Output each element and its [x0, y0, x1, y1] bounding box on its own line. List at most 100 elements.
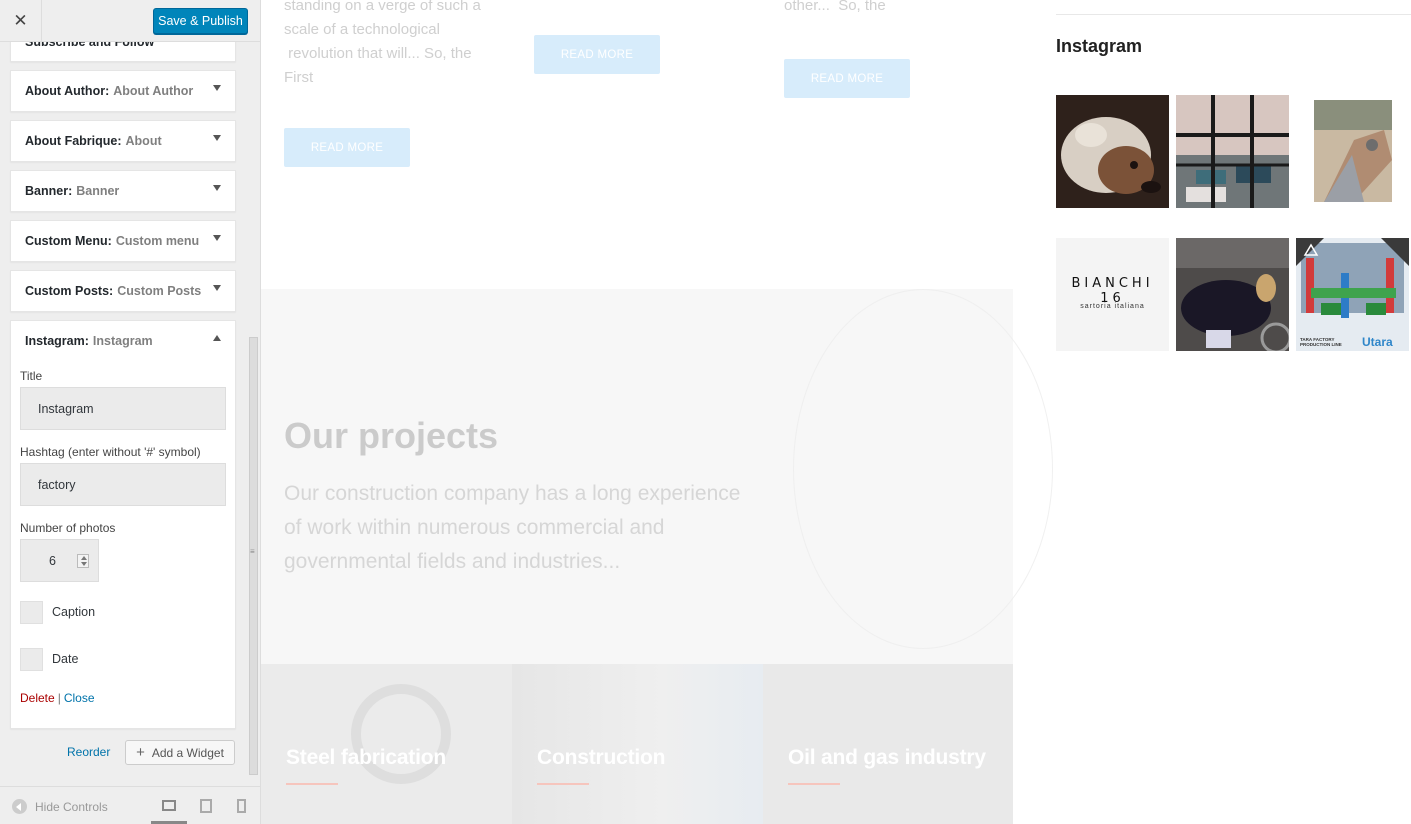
arm-bracelet-photo-icon: [1314, 100, 1392, 202]
chevron-down-icon[interactable]: [213, 85, 221, 91]
caption-option: Caption: [20, 600, 226, 624]
read-more-button[interactable]: READ MORE: [284, 128, 410, 167]
number-of-photos-value: 6: [49, 553, 56, 568]
post-excerpt-2-dots: ··························: [534, 0, 754, 8]
read-more-button[interactable]: READ MORE: [534, 35, 660, 74]
number-of-photos-stepper[interactable]: 6: [20, 539, 99, 582]
excerpt-line: revolution that will... So, the: [284, 45, 472, 62]
tara-logo: Utara: [1362, 335, 1393, 349]
panel-scrollbar[interactable]: ≡: [247, 42, 260, 784]
tile-underline: [788, 783, 840, 785]
date-option: Date: [20, 647, 226, 671]
excerpt-line: First: [284, 69, 314, 86]
instagram-photo-2[interactable]: [1176, 95, 1289, 208]
number-of-photos-label: Number of photos: [20, 521, 116, 535]
delete-link[interactable]: Delete: [20, 691, 55, 705]
caption-label: Caption: [52, 605, 96, 619]
widget-title: Custom Posts:: [25, 284, 114, 298]
date-checkbox[interactable]: [20, 647, 43, 671]
widget-instance-name: Custom menu: [115, 234, 200, 248]
chevron-down-icon[interactable]: [213, 185, 221, 191]
panel-footer: Hide Controls: [0, 786, 260, 824]
instagram-photo-3[interactable]: [1314, 100, 1392, 202]
excerpt-line: scale of a technological: [284, 21, 440, 38]
project-tile-oil-gas[interactable]: Oil and gas industry: [763, 664, 1013, 824]
post-excerpt-3: other... So, the: [784, 0, 1004, 18]
widget-actions: Delete | Close: [20, 691, 226, 705]
hide-controls-label: Hide Controls: [35, 799, 108, 814]
projects-title: Our projects: [284, 415, 499, 456]
close-icon[interactable]: ✕: [0, 0, 42, 42]
chevron-up-icon[interactable]: [213, 335, 221, 341]
hashtag-label: Hashtag (enter without '#' symbol): [20, 445, 201, 459]
tile-label: Steel fabrication: [286, 746, 446, 769]
widget-instance-name: Custom Posts: [117, 284, 202, 298]
grip-icon: ≡: [250, 547, 255, 556]
spinner-arrows-icon[interactable]: [77, 554, 89, 568]
collapse-arrow-icon: [12, 799, 27, 814]
widget-instagram[interactable]: Instagram: Instagram Title Instagram Has…: [10, 320, 236, 729]
chevron-down-icon[interactable]: [213, 135, 221, 141]
widget-title: Instagram:: [25, 334, 89, 348]
close-link[interactable]: Close: [64, 691, 95, 705]
customizer-panel: Subscribe and Follow About Author: About…: [0, 0, 261, 824]
widget-custom-menu[interactable]: Custom Menu: Custom menu: [10, 220, 236, 262]
site-preview: standing on a verge of such a scale of a…: [261, 0, 1411, 824]
hide-controls-button[interactable]: Hide Controls: [12, 799, 108, 814]
mobile-preview-icon[interactable]: [237, 799, 246, 813]
actions-separator: |: [57, 691, 61, 705]
instagram-photo-6[interactable]: TARA FACTORY PRODUCTION LINE Utara: [1296, 238, 1409, 351]
project-tile-steel[interactable]: Steel fabrication: [261, 664, 512, 824]
widget-instance-name: About Author: [113, 84, 194, 98]
widget-title: Banner:: [25, 184, 73, 198]
widget-form: Title Instagram Hashtag (enter without '…: [11, 369, 235, 705]
widget-instance-name: Instagram: [92, 334, 153, 348]
tile-label: Construction: [537, 746, 666, 769]
bianchi-subtitle: sartoria italiana: [1080, 303, 1145, 310]
save-publish-button[interactable]: Save & Publish: [153, 8, 248, 34]
caption-checkbox[interactable]: [20, 600, 43, 624]
reorder-link[interactable]: Reorder: [67, 745, 110, 759]
widget-banner[interactable]: Banner: Banner: [10, 170, 236, 212]
widget-instance-name: Banner: [76, 184, 120, 198]
tile-underline: [537, 783, 589, 785]
widget-about-fabrique[interactable]: About Fabrique: About: [10, 120, 236, 162]
widget-title: About Fabrique:: [25, 134, 122, 148]
widget-instance-name: About: [125, 134, 162, 148]
bianchi-logo-text: BIANCHI 16: [1071, 276, 1154, 306]
title-field[interactable]: Instagram: [20, 387, 226, 430]
desktop-preview-icon[interactable]: [162, 800, 176, 811]
project-tile-construction[interactable]: Construction: [512, 664, 763, 824]
decorative-circle: [793, 289, 1053, 649]
instagram-photo-1[interactable]: [1056, 95, 1169, 208]
projects-description: Our construction company has a long expe…: [284, 482, 741, 573]
instagram-widget-title: Instagram: [1056, 36, 1143, 56]
date-label: Date: [52, 652, 79, 666]
add-widget-label: Add a Widget: [151, 745, 224, 760]
tile-underline: [286, 783, 338, 785]
machinery-photo-icon: [1176, 238, 1289, 351]
read-more-button[interactable]: READ MORE: [784, 59, 910, 98]
hashtag-field[interactable]: factory: [20, 463, 226, 506]
chevron-down-icon[interactable]: [213, 285, 221, 291]
factory-window-photo-icon: [1176, 95, 1289, 208]
instagram-photo-4[interactable]: BIANCHI 16 sartoria italiana: [1056, 238, 1169, 351]
instagram-photo-5[interactable]: [1176, 238, 1289, 351]
title-label: Title: [20, 369, 43, 383]
plus-icon: +: [136, 744, 145, 761]
dog-photo-icon: [1056, 95, 1169, 208]
widget-title: About Author:: [25, 84, 110, 98]
chevron-down-icon[interactable]: [213, 235, 221, 241]
scrollbar-thumb[interactable]: [249, 337, 258, 775]
excerpt-line: other... So, the: [784, 0, 886, 14]
tile-label: Oil and gas industry: [788, 746, 986, 769]
tara-caption: TARA FACTORY PRODUCTION LINE: [1300, 337, 1342, 347]
widget-title: Custom Menu:: [25, 234, 112, 248]
widget-about-author[interactable]: About Author: About Author: [10, 70, 236, 112]
divider: [1056, 14, 1411, 15]
tablet-preview-icon[interactable]: [200, 799, 212, 813]
post-excerpt-1: standing on a verge of such a scale of a…: [284, 0, 504, 90]
add-widget-button[interactable]: + Add a Widget: [125, 740, 235, 765]
widget-custom-posts[interactable]: Custom Posts: Custom Posts: [10, 270, 236, 312]
excerpt-line: standing on a verge of such a: [284, 0, 481, 14]
